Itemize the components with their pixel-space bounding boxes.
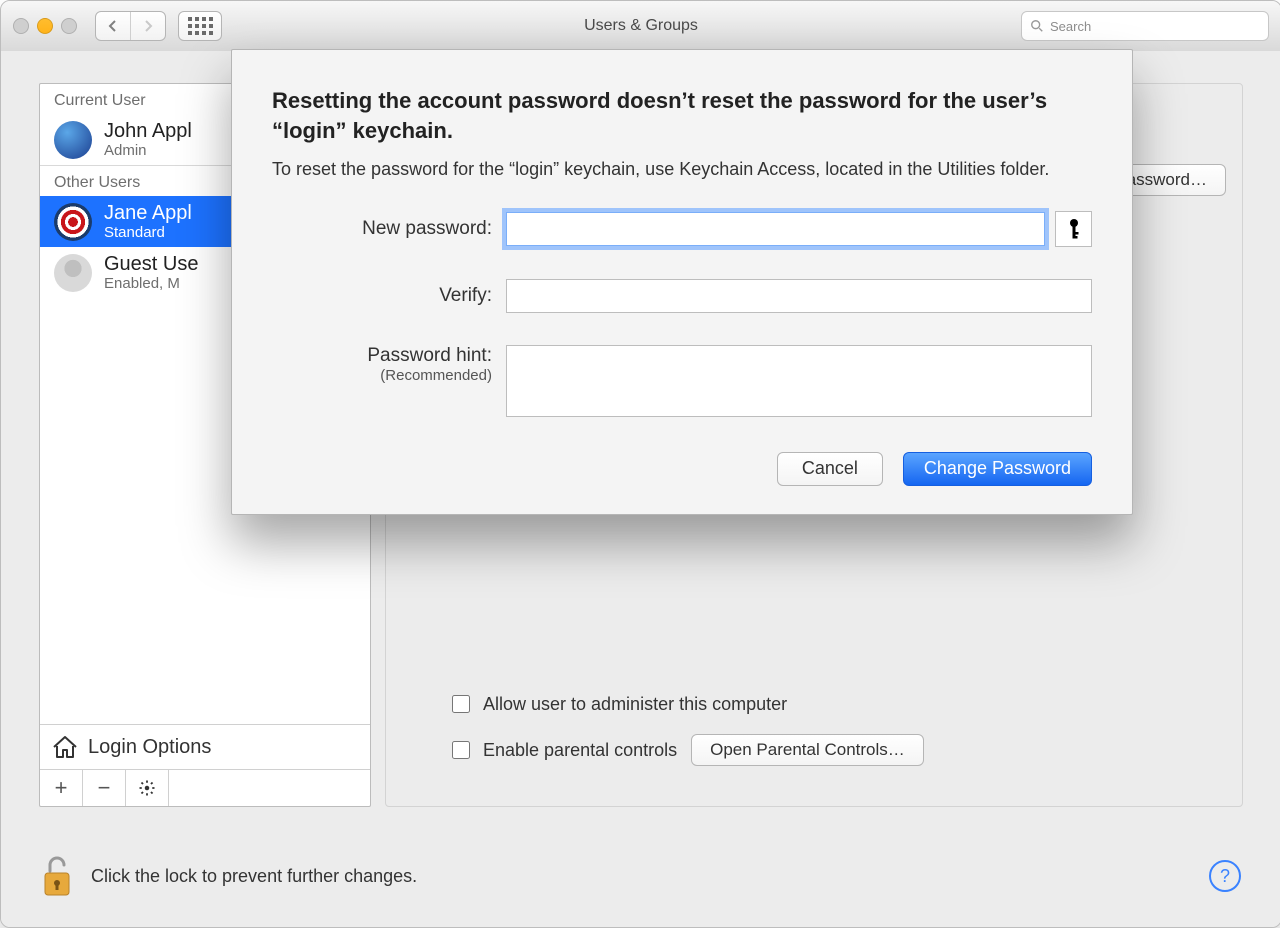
- verify-label: Verify:: [272, 285, 506, 307]
- allow-admin-checkbox[interactable]: Allow user to administer this computer: [448, 692, 1222, 716]
- user-name: John Appl: [104, 120, 192, 142]
- back-button[interactable]: [96, 12, 130, 40]
- parental-controls-checkbox[interactable]: Enable parental controls: [448, 738, 677, 762]
- search-placeholder: Search: [1050, 19, 1091, 34]
- search-field[interactable]: Search: [1021, 11, 1269, 41]
- search-icon: [1030, 19, 1044, 33]
- new-password-label: New password:: [272, 218, 506, 240]
- user-role: Enabled, M: [104, 275, 198, 292]
- help-button[interactable]: ?: [1209, 860, 1241, 892]
- chevron-left-icon: [107, 20, 119, 32]
- open-parental-controls-button[interactable]: Open Parental Controls…: [691, 734, 924, 766]
- lock-text: Click the lock to prevent further change…: [91, 866, 417, 887]
- verify-password-input[interactable]: [506, 279, 1092, 313]
- hint-sublabel: (Recommended): [272, 367, 492, 384]
- actions-menu-button[interactable]: [126, 770, 169, 806]
- password-hint-input[interactable]: [506, 345, 1092, 417]
- cancel-button[interactable]: Cancel: [777, 452, 883, 486]
- chevron-right-icon: [142, 20, 154, 32]
- user-avatar-earth-icon: [54, 121, 92, 159]
- allow-admin-input[interactable]: [452, 695, 470, 713]
- parental-controls-label: Enable parental controls: [483, 740, 677, 761]
- hint-label: Password hint: (Recommended): [272, 345, 506, 384]
- window: Users & Groups Search Current User John …: [0, 0, 1280, 928]
- user-avatar-target-icon: [54, 203, 92, 241]
- key-icon: [1067, 218, 1081, 240]
- reset-password-sheet: Resetting the account password doesn’t r…: [231, 49, 1133, 515]
- login-options[interactable]: Login Options: [40, 724, 370, 769]
- sheet-form: New password: Verify: Password hint: (Re…: [272, 211, 1092, 420]
- login-options-label: Login Options: [88, 736, 211, 759]
- user-role: Standard: [104, 224, 192, 241]
- add-user-button[interactable]: +: [40, 770, 83, 806]
- change-password-confirm-button[interactable]: Change Password: [903, 452, 1092, 486]
- user-name: Jane Appl: [104, 202, 192, 224]
- forward-button[interactable]: [130, 12, 165, 40]
- user-avatar-silhouette-icon: [54, 254, 92, 292]
- minimize-window-button[interactable]: [37, 18, 53, 34]
- sheet-heading: Resetting the account password doesn’t r…: [272, 86, 1092, 145]
- user-name: Guest Use: [104, 253, 198, 275]
- parental-controls-input[interactable]: [452, 741, 470, 759]
- show-all-button[interactable]: [178, 11, 222, 41]
- remove-user-button[interactable]: −: [83, 770, 126, 806]
- sidebar-actions: + −: [40, 769, 370, 806]
- zoom-window-button[interactable]: [61, 18, 77, 34]
- titlebar: Users & Groups Search: [1, 1, 1280, 52]
- close-window-button[interactable]: [13, 18, 29, 34]
- new-password-input[interactable]: [506, 212, 1045, 246]
- nav-back-forward: [95, 11, 166, 41]
- house-icon: [52, 735, 78, 759]
- allow-admin-label: Allow user to administer this computer: [483, 694, 787, 715]
- footer: Click the lock to prevent further change…: [41, 853, 1241, 899]
- traffic-lights: [13, 18, 77, 34]
- unlocked-lock-icon[interactable]: [41, 853, 73, 899]
- help-icon: ?: [1220, 866, 1230, 887]
- sheet-subtext: To reset the password for the “login” ke…: [272, 157, 1092, 182]
- grid-icon: [188, 17, 213, 35]
- gear-icon: [138, 779, 156, 797]
- user-role: Admin: [104, 142, 192, 159]
- password-assistant-button[interactable]: [1055, 211, 1092, 247]
